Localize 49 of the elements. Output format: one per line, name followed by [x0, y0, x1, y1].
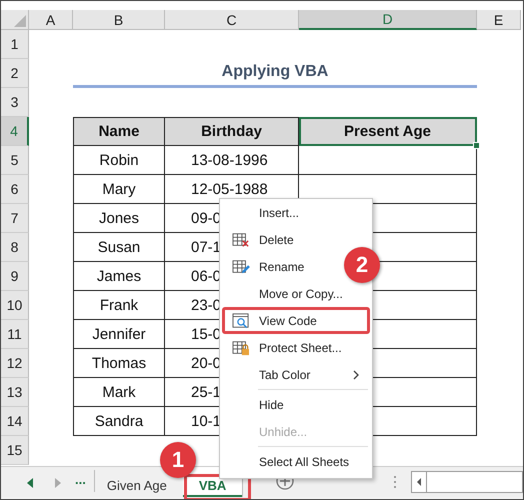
birthday-cell: 13-08-1996: [165, 146, 299, 175]
row-header[interactable]: 4: [1, 117, 29, 146]
fill-handle[interactable]: [473, 142, 480, 149]
row-header[interactable]: 5: [1, 146, 29, 175]
column-header[interactable]: A: [29, 10, 73, 30]
splitter-icon[interactable]: [393, 475, 398, 489]
name-cell: Robin: [73, 146, 165, 175]
row-header[interactable]: 13: [1, 378, 29, 407]
row-header[interactable]: 10: [1, 291, 29, 320]
row-header[interactable]: 1: [1, 30, 29, 59]
step-badge: 1: [160, 442, 196, 478]
column-header-cell: Birthday: [165, 117, 299, 146]
step-badge: 2: [344, 247, 380, 283]
name-cell: Susan: [73, 233, 165, 262]
name-cell: Thomas: [73, 349, 165, 378]
row-header[interactable]: 11: [1, 320, 29, 349]
column-header-cell: Name: [73, 117, 165, 146]
name-cell: Mark: [73, 378, 165, 407]
name-cell: Mary: [73, 175, 165, 204]
horizontal-scrollbar[interactable]: [411, 471, 523, 493]
name-cell: Frank: [73, 291, 165, 320]
row-header[interactable]: 8: [1, 233, 29, 262]
menu-item[interactable]: Delete: [259, 232, 294, 246]
row-header[interactable]: 3: [1, 88, 29, 117]
scroll-left-icon[interactable]: [25, 477, 35, 489]
column-header[interactable]: E: [477, 10, 521, 30]
row-header[interactable]: 2: [1, 59, 29, 88]
delete-grid-icon: [232, 232, 250, 248]
name-cell: Sandra: [73, 407, 165, 436]
menu-item[interactable]: Select All Sheets: [259, 454, 350, 468]
column-header[interactable]: B: [73, 10, 165, 30]
column-header-cell: Present Age: [299, 117, 477, 146]
row-header[interactable]: 9: [1, 262, 29, 291]
row-header[interactable]: 15: [1, 436, 29, 465]
row-header[interactable]: 14: [1, 407, 29, 436]
lock-grid-icon: [232, 340, 250, 356]
menu-item[interactable]: Insert...: [259, 206, 300, 220]
sheet-title: Applying VBA: [73, 59, 477, 88]
column-header[interactable]: C: [165, 10, 299, 30]
name-cell: Jennifer: [73, 320, 165, 349]
name-cell: Jones: [73, 204, 165, 233]
row-header[interactable]: 6: [1, 175, 29, 204]
rename-grid-icon: [232, 258, 250, 274]
view-code-icon: [232, 312, 250, 328]
column-header[interactable]: D: [299, 10, 477, 30]
row-header[interactable]: 12: [1, 349, 29, 378]
more-sheets-button[interactable]: ...: [75, 472, 86, 487]
row-header[interactable]: 7: [1, 204, 29, 233]
name-cell: James: [73, 262, 165, 291]
